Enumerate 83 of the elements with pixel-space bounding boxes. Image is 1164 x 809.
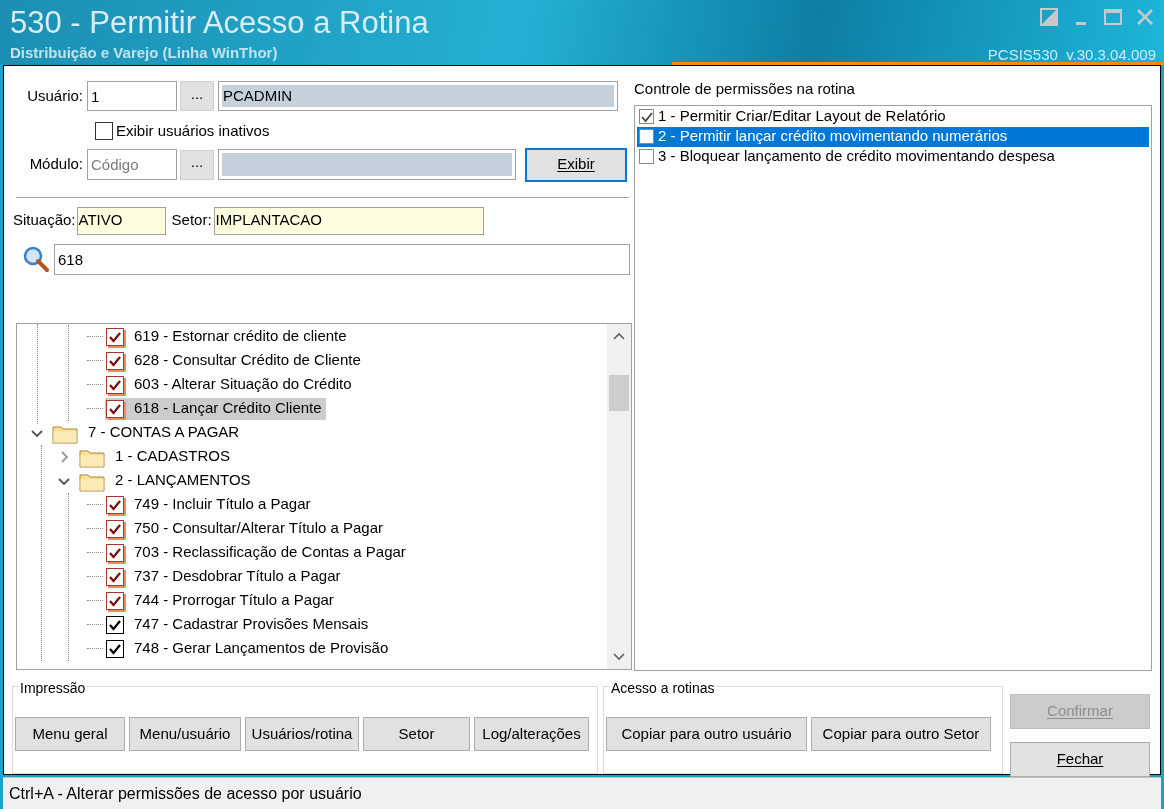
tree-label: 2 - LANÇAMENTOS (115, 470, 251, 491)
checkbox[interactable] (106, 375, 124, 394)
expand-icon[interactable] (58, 450, 70, 463)
scroll-up-icon (613, 330, 625, 341)
permission-label: 2 - Permitir lançar crédito movimentando numerários (658, 126, 1008, 147)
situation-field: ATIVO (76, 206, 166, 235)
checkbox[interactable] (106, 567, 124, 586)
checkbox[interactable] (95, 122, 113, 141)
permission-item[interactable]: 3 - Bloquear lançamento de crédito movimentando despesa (637, 146, 1149, 167)
print-button[interactable]: Setor (363, 717, 470, 751)
print-button[interactable]: Usuários/rotina (245, 717, 359, 751)
section-title: Controle de permissões na rotina (634, 79, 856, 99)
tree-item[interactable]: 2 - LANÇAMENTOS (78, 469, 255, 492)
tree-label: 619 - Estornar crédito de cliente (134, 326, 347, 347)
tree-label: 7 - CONTAS A PAGAR (88, 422, 240, 443)
checkbox[interactable] (106, 639, 124, 658)
field-label: Módulo: (28, 154, 84, 175)
scroll-down-icon (613, 651, 625, 662)
tree-item[interactable]: 750 - Consultar/Alterar Título a Pagar (105, 517, 388, 540)
checkbox[interactable] (639, 129, 654, 144)
tree-item[interactable]: 7 - CONTAS A PAGAR (51, 421, 244, 444)
tree-item[interactable]: 628 - Consultar Crédito de Cliente (105, 349, 365, 372)
lookup-button[interactable]: ... (180, 149, 214, 180)
print-button[interactable]: Menu geral (15, 717, 125, 751)
show-button[interactable]: Exibir (525, 147, 627, 182)
tree-item[interactable]: 1 - CADASTROS (78, 445, 235, 468)
field-label: Situação: (13, 210, 76, 231)
check-icon (640, 110, 653, 123)
tree-label: 737 - Desdobrar Título a Pagar (134, 566, 341, 587)
lookup-button[interactable]: ... (180, 81, 214, 111)
field-label: Usuário: (26, 85, 84, 106)
checkbox[interactable] (106, 351, 124, 370)
print-button[interactable]: Menu/usuário (129, 717, 241, 751)
version-label: PCSIS530 v.30.3.04.009 (987, 45, 1156, 65)
copy-button[interactable]: Copiar para outro usuário (606, 717, 807, 751)
checkbox[interactable] (106, 615, 124, 634)
tree-label: 603 - Alterar Situação do Crédito (134, 374, 352, 395)
checkbox[interactable] (106, 591, 124, 610)
tree-item[interactable]: 619 - Estornar crédito de cliente (105, 325, 351, 348)
tree-label: 749 - Incluir Título a Pagar (134, 494, 311, 515)
field-label: Setor: (171, 210, 212, 231)
search-field[interactable]: 618 (54, 243, 630, 275)
checkbox[interactable] (106, 519, 124, 538)
checkbox[interactable] (106, 495, 124, 514)
window-title: 530 - Permitir Acesso a Rotina (10, 4, 429, 42)
checkbox[interactable] (106, 327, 124, 346)
tree-label: 747 - Cadastrar Provisões Mensais (134, 614, 369, 635)
scrollbar[interactable] (607, 323, 631, 669)
tree-label: 750 - Consultar/Alterar Título a Pagar (134, 518, 384, 539)
tree-label: 748 - Gerar Lançamentos de Provisão (134, 638, 389, 659)
copy-button[interactable]: Copiar para outro Setor (811, 717, 991, 751)
tree-item[interactable]: 737 - Desdobrar Título a Pagar (105, 565, 345, 588)
scrollbar-thumb[interactable] (609, 374, 629, 411)
checkbox-label: Exibir usuários inativos (116, 121, 270, 141)
input-field[interactable]: Código (87, 149, 177, 180)
tree-item[interactable]: 618 - Lançar Crédito Cliente (105, 397, 326, 420)
action-button[interactable]: Fechar (1010, 742, 1150, 777)
status-text: Ctrl+A - Alterar permissões de acesso por usuário (9, 783, 362, 804)
tree-item[interactable]: 703 - Reclassificação de Contas a Pagar (105, 541, 410, 564)
permission-label: 1 - Permitir Criar/Editar Layout de Relatório (658, 106, 946, 127)
tree-item[interactable]: 748 - Gerar Lançamentos de Provisão (105, 637, 393, 660)
checkbox[interactable] (106, 543, 124, 562)
permission-item[interactable]: 2 - Permitir lançar crédito movimentando numerários (637, 126, 1149, 147)
window-subtitle: Distribuição e Varejo (Linha WinThor) (10, 43, 278, 63)
checkbox[interactable] (639, 149, 654, 164)
tree-item[interactable]: 747 - Cadastrar Provisões Mensais (105, 613, 373, 636)
tree-label: 703 - Reclassificação de Contas a Pagar (134, 542, 406, 563)
tree-item[interactable]: 749 - Incluir Título a Pagar (105, 493, 315, 516)
permission-label: 3 - Bloquear lançamento de crédito movimentando despesa (658, 146, 1055, 167)
tree-item[interactable]: 603 - Alterar Situação do Crédito (105, 373, 356, 396)
print-button[interactable]: Log/alterações (474, 717, 589, 751)
checkbox[interactable] (106, 399, 124, 418)
input-field[interactable]: 1 (87, 81, 177, 111)
sector-field: IMPLANTACAO (213, 206, 484, 235)
checkbox[interactable] (639, 109, 654, 124)
tree-item[interactable]: 744 - Prorrogar Título a Pagar (105, 589, 338, 612)
search-icon (22, 245, 50, 273)
tree-label: 1 - CADASTROS (115, 446, 231, 467)
permission-item[interactable]: 1 - Permitir Criar/Editar Layout de Relatório (637, 106, 1149, 127)
field-value: PCADMIN (222, 85, 614, 107)
tree-label: 618 - Lançar Crédito Cliente (134, 398, 322, 419)
tree-label: 744 - Prorrogar Título a Pagar (134, 590, 334, 611)
tree-label: 628 - Consultar Crédito de Cliente (134, 350, 361, 371)
